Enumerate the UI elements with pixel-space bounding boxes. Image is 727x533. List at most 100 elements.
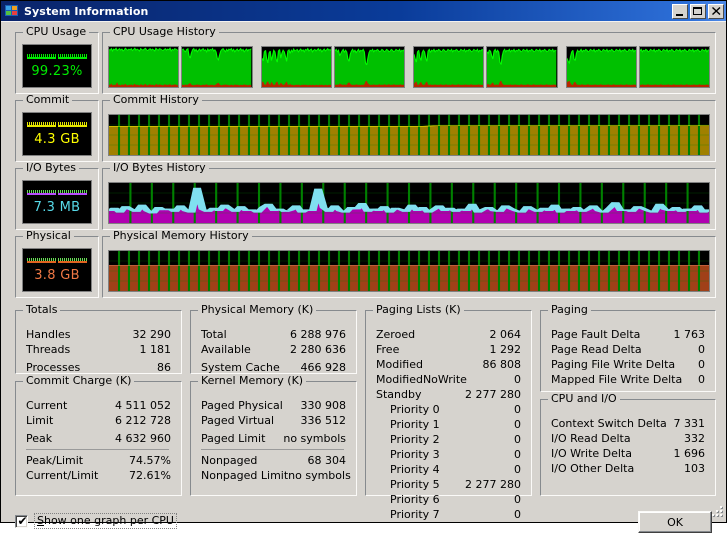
stat-row: Mapped File Write Delta 0 — [549, 372, 707, 387]
stat-row: Total 6 288 976 — [199, 327, 348, 342]
stat-row: Priority 6 0 — [374, 492, 523, 507]
stat-label: System Cache — [201, 361, 280, 374]
stat-value: 0 — [514, 508, 521, 521]
gauge-io-bytes: 7.3 MB — [22, 180, 92, 224]
cpu-history-graphs — [108, 46, 710, 88]
group-cpu-and-io: CPU and I/O Context Switch Delta 7 331 I/O… — [540, 393, 716, 496]
stat-value: 1 181 — [139, 343, 172, 356]
stat-row: I/O Read Delta 332 — [549, 431, 707, 446]
cpu-graph-6 — [565, 46, 637, 88]
commit-charge-stats: Current 4 511 052 Limit 6 212 728 Peak 4… — [24, 398, 173, 483]
group-label-cpu-and-io: CPU and I/O — [548, 393, 620, 405]
group-label-physical-memory-history: Physical Memory History — [110, 230, 252, 242]
stat-value: 2 280 636 — [290, 343, 346, 356]
kernel-memory-stats: Paged Physical 330 908 Paged Virtual 336… — [199, 398, 351, 483]
cpu-pair-group — [108, 46, 253, 88]
stat-value: 1 763 — [673, 328, 706, 341]
stat-row: ModifiedNoWrite 0 — [374, 372, 523, 387]
stat-label: Free — [376, 343, 400, 356]
minimize-button[interactable] — [672, 3, 688, 19]
stat-label: Priority 5 — [390, 478, 440, 491]
stat-row: Limit 6 212 728 — [24, 413, 173, 428]
cpu-graph-3 — [333, 46, 405, 88]
stat-row: Threads 1 181 — [24, 342, 173, 357]
gauge-cpu-usage: 99.23% — [22, 44, 92, 88]
stat-label: Paged Virtual — [201, 414, 275, 427]
gauge-value-physical: 3.8 GB — [34, 268, 80, 283]
stat-value: 0 — [514, 418, 521, 431]
gauge-value-io-bytes: 7.3 MB — [33, 200, 81, 215]
cpu-pair-group — [260, 46, 405, 88]
stat-value: 72.61% — [129, 469, 171, 482]
stat-row: Priority 3 0 — [374, 447, 523, 462]
group-label-io-bytes-history: I/O Bytes History — [110, 162, 209, 174]
show-one-graph-per-cpu-label[interactable]: Show one graph per CPU — [34, 513, 177, 529]
maximize-button[interactable] — [690, 3, 706, 19]
resize-grip[interactable] — [710, 506, 724, 520]
stat-label: ModifiedNoWrite — [376, 373, 467, 386]
stat-value: 32 290 — [132, 328, 172, 341]
cpu-graph-4 — [413, 46, 485, 88]
group-label-commit-history: Commit History — [110, 94, 202, 106]
stat-row: Peak/Limit 74.57% — [24, 453, 173, 468]
paging-stats: Page Fault Delta 1 763 Page Read Delta 0 Pag… — [549, 327, 707, 387]
stat-row: Available 2 280 636 — [199, 342, 348, 357]
divider — [201, 449, 344, 450]
stat-value: 0 — [698, 358, 705, 371]
gauge-bars-commit — [27, 122, 87, 127]
title-bar[interactable]: System Information — [1, 1, 726, 21]
show-one-graph-per-cpu-checkbox[interactable]: ✔ — [15, 513, 28, 528]
group-commit-charge: Commit Charge (K) Current 4 511 052 Limi… — [15, 375, 182, 496]
stat-row: Handles 32 290 — [24, 327, 173, 342]
stat-label: Page Fault Delta — [551, 328, 641, 341]
group-label-physical-memory: Physical Memory (K) — [198, 304, 317, 316]
stat-label: Paging File Write Delta — [551, 358, 676, 371]
cpu-graph-2 — [260, 46, 332, 88]
group-label-io-bytes: I/O Bytes — [23, 162, 79, 174]
group-label-physical: Physical — [23, 230, 74, 242]
stat-row: I/O Write Delta 1 696 — [549, 446, 707, 461]
window-controls — [672, 3, 724, 19]
stat-label: Priority 0 — [390, 403, 440, 416]
stat-label: Priority 2 — [390, 433, 440, 446]
stat-value: 6 212 728 — [115, 414, 171, 427]
stat-label: Priority 3 — [390, 448, 440, 461]
show-one-graph-per-cpu-row[interactable]: ✔ Show one graph per CPU — [15, 513, 177, 529]
stat-label: Processes — [26, 361, 81, 374]
stat-label: Page Read Delta — [551, 343, 642, 356]
stat-value: 74.57% — [129, 454, 171, 467]
gauge-commit: 4.3 GB — [22, 112, 92, 156]
stat-row: Priority 2 0 — [374, 432, 523, 447]
stat-row: Paged Limit no symbols — [199, 431, 348, 446]
physical-memory-history-graph — [108, 250, 710, 292]
process-explorer-icon — [4, 3, 20, 19]
stat-label: Nonpaged Limit — [201, 469, 289, 482]
stat-value: 0 — [514, 433, 521, 446]
check-icon: ✔ — [17, 513, 28, 528]
stat-label: Current/Limit — [26, 469, 99, 482]
gauge-bars-cpu — [27, 54, 87, 59]
group-label-commit-charge: Commit Charge (K) — [23, 375, 135, 387]
stat-row: I/O Other Delta 103 — [549, 461, 707, 476]
stat-row: Modified 86 808 — [374, 357, 523, 372]
group-kernel-memory: Kernel Memory (K) Paged Physical 330 908… — [190, 375, 357, 496]
paging-lists-stats: Zeroed 2 064 Free 1 292 Modified 86 808 Modifi… — [374, 327, 523, 522]
stat-row: Zeroed 2 064 — [374, 327, 523, 342]
close-button[interactable] — [708, 3, 724, 19]
stat-row: Priority 0 0 — [374, 402, 523, 417]
cpu-graph-0 — [108, 46, 180, 88]
stat-row: Priority 4 0 — [374, 462, 523, 477]
stat-row: Priority 5 2 277 280 — [374, 477, 523, 492]
accel-letter: S — [37, 514, 44, 527]
stat-value: 0 — [514, 373, 521, 386]
io-bytes-history-graph — [108, 182, 710, 224]
stat-value: 336 512 — [300, 414, 347, 427]
stat-value: 0 — [514, 448, 521, 461]
ok-button[interactable]: OK — [638, 511, 712, 533]
stat-row: System Cache 466 928 — [199, 360, 348, 375]
stat-label: Peak/Limit — [26, 454, 84, 467]
stat-value: 2 277 280 — [465, 478, 521, 491]
group-paging-lists: Paging Lists (K) Zeroed 2 064 Free 1 292 Mod… — [365, 304, 532, 521]
group-label-cpu-usage-history: CPU Usage History — [110, 26, 219, 38]
stat-label: I/O Other Delta — [551, 462, 635, 475]
